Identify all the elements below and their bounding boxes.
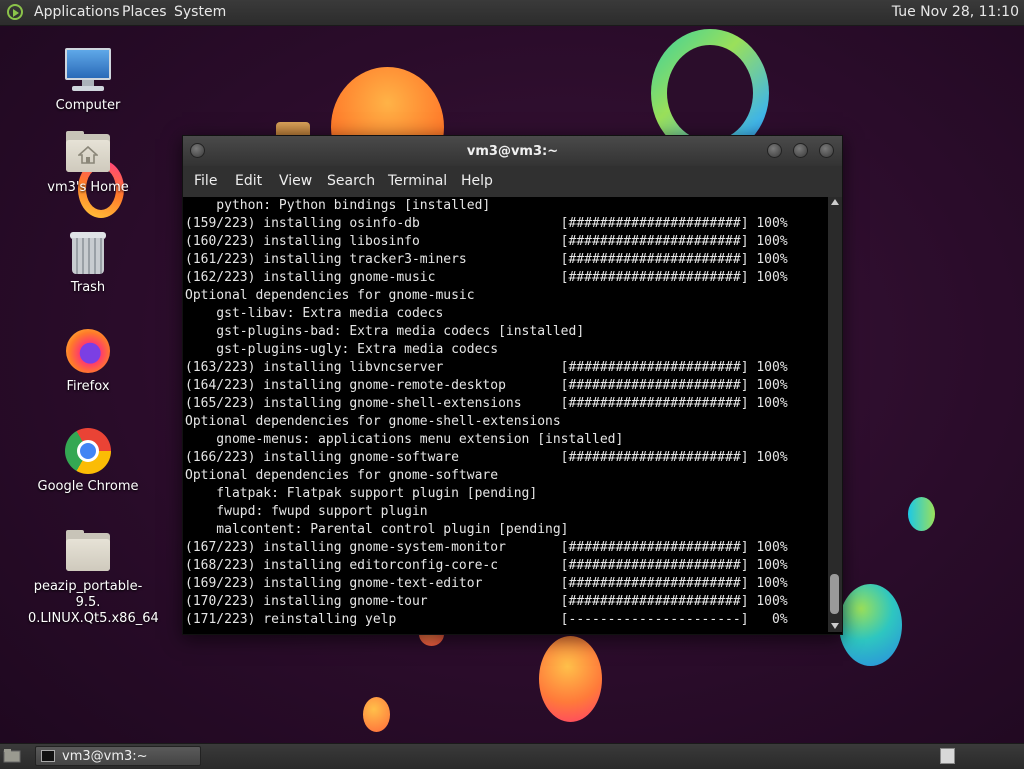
terminal-line: gst-plugins-bad: Extra media codecs [ins… [185, 324, 585, 339]
close-button[interactable] [819, 143, 834, 158]
desktop-icon-chrome[interactable]: Google Chrome [28, 427, 148, 495]
terminal-line: python: Python bindings [installed] [185, 198, 491, 213]
desktop-icon-label: Computer [55, 98, 121, 113]
wallpaper-bottom-ball [539, 636, 602, 722]
firefox-icon [64, 327, 112, 375]
desktop-icon-label: vm3's Home [47, 180, 129, 195]
desktop-icon-firefox[interactable]: Firefox [28, 327, 148, 395]
desktop-icon-label: Trash [70, 280, 106, 295]
wallpaper-cyan-ball [839, 584, 902, 666]
terminal-line: (160/223) installing libosinfo [########… [185, 234, 788, 249]
menu-help[interactable]: Help [461, 173, 493, 189]
terminal-line: (168/223) installing editorconfig-core-c… [185, 558, 788, 573]
desktop-icon-label-line1: peazip_portable-9.5. [33, 579, 143, 610]
terminal-menubar: File Edit View Search Terminal Help [183, 166, 842, 197]
terminal-line: (167/223) installing gnome-system-monito… [185, 540, 788, 555]
clock[interactable]: Tue Nov 28, 11:10 [892, 4, 1019, 20]
terminal-window[interactable]: vm3@vm3:~ File Edit View Search Terminal… [182, 135, 843, 635]
applications-menu[interactable]: Applications [34, 4, 120, 20]
terminal-line: gst-libav: Extra media codecs [185, 306, 444, 321]
terminal-line: fwupd: fwupd support plugin [185, 504, 428, 519]
terminal-line: gnome-menus: applications menu extension… [185, 432, 624, 447]
system-menu[interactable]: System [174, 4, 226, 20]
terminal-line: (165/223) installing gnome-shell-extensi… [185, 396, 788, 411]
terminal-line: (162/223) installing gnome-music [######… [185, 270, 788, 285]
terminal-line: malcontent: Parental control plugin [pen… [185, 522, 569, 537]
bottom-panel: vm3@vm3:~ [0, 743, 1024, 769]
terminal-line: (169/223) installing gnome-text-editor [… [185, 576, 788, 591]
desktop-icon-computer[interactable]: Computer [28, 46, 148, 114]
terminal-scrollbar[interactable] [828, 197, 842, 632]
minimize-button[interactable] [767, 143, 782, 158]
menu-search[interactable]: Search [327, 173, 375, 189]
show-desktop-icon[interactable] [3, 748, 21, 764]
gnome-logo-icon[interactable] [7, 4, 23, 20]
terminal-line: (166/223) installing gnome-software [###… [185, 450, 788, 465]
top-panel: Applications Places System Tue Nov 28, 1… [0, 0, 1024, 26]
scroll-down-icon[interactable] [831, 623, 839, 629]
maximize-button[interactable] [793, 143, 808, 158]
terminal-output[interactable]: python: Python bindings [installed] (159/… [185, 197, 825, 632]
terminal-titlebar[interactable]: vm3@vm3:~ [183, 136, 842, 166]
taskbar-terminal-button[interactable]: vm3@vm3:~ [35, 746, 201, 766]
terminal-icon [41, 750, 55, 762]
taskbar-button-label: vm3@vm3:~ [62, 749, 148, 764]
folder-icon [64, 527, 112, 575]
workspace-switcher[interactable] [940, 748, 955, 764]
terminal-line: (163/223) installing libvncserver [#####… [185, 360, 788, 375]
desktop-icon-label: Google Chrome [37, 479, 139, 494]
menu-file[interactable]: File [194, 173, 217, 189]
terminal-line: Optional dependencies for gnome-software [185, 468, 499, 483]
terminal-line: Optional dependencies for gnome-shell-ex… [185, 414, 561, 429]
desktop-icon-trash[interactable]: Trash [28, 228, 148, 296]
desktop-icon-home[interactable]: vm3's Home [28, 128, 148, 196]
terminal-line: (161/223) installing tracker3-miners [##… [185, 252, 788, 267]
terminal-line: Optional dependencies for gnome-music [185, 288, 475, 303]
trash-icon [64, 228, 112, 276]
wallpaper-green-ball [908, 497, 935, 531]
desktop-icon-label-line2: 0.LINUX.Qt5.x86_64 [28, 611, 159, 626]
chrome-icon [64, 427, 112, 475]
desktop-icon-label: Firefox [66, 379, 110, 394]
terminal-line: (164/223) installing gnome-remote-deskto… [185, 378, 788, 393]
wallpaper-tiny-ball [363, 697, 390, 732]
terminal-line: (170/223) installing gnome-tour [#######… [185, 594, 788, 609]
computer-icon [64, 46, 112, 94]
desktop-icon-peazip-folder[interactable]: peazip_portable-9.5. 0.LINUX.Qt5.x86_64 [28, 527, 159, 627]
menu-edit[interactable]: Edit [235, 173, 262, 189]
terminal-line: (171/223) reinstalling yelp [-----------… [185, 612, 788, 627]
places-menu[interactable]: Places [122, 4, 167, 20]
terminal-line: (159/223) installing osinfo-db [########… [185, 216, 788, 231]
home-folder-icon [64, 128, 112, 176]
scrollbar-thumb[interactable] [830, 574, 839, 614]
menu-view[interactable]: View [279, 173, 312, 189]
menu-terminal[interactable]: Terminal [388, 173, 447, 189]
window-title: vm3@vm3:~ [466, 144, 559, 159]
scroll-up-icon[interactable] [831, 199, 839, 205]
terminal-line: flatpak: Flatpak support plugin [pending… [185, 486, 538, 501]
terminal-line: gst-plugins-ugly: Extra media codecs [185, 342, 499, 357]
